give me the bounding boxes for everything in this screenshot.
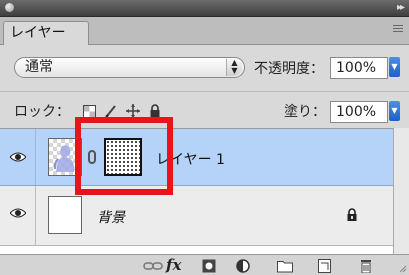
eye-icon[interactable] [10, 208, 26, 218]
delete-icon[interactable] [360, 259, 372, 273]
layers-panel: ▸▸ レイヤー 通常 ▲ ▼ 不透明度： 100% ▼ ロック： 塗り： 100… [0, 0, 409, 275]
lock-label: ロック： [14, 104, 70, 120]
adjustment-layer-icon[interactable] [236, 259, 250, 273]
blend-mode-select[interactable]: 通常 ▲ ▼ [14, 57, 245, 78]
fill-dropdown-icon[interactable]: ▼ [389, 101, 400, 121]
new-group-icon[interactable] [277, 259, 293, 273]
opacity-input[interactable]: 100% [330, 57, 388, 79]
close-icon[interactable] [5, 3, 14, 12]
opacity-label: 不透明度： [254, 61, 324, 77]
select-arrows-icon: ▲ ▼ [226, 59, 242, 76]
resize-grip-icon[interactable] [399, 265, 407, 273]
collapse-icon[interactable]: ▸▸ [397, 2, 405, 13]
new-layer-icon[interactable] [318, 259, 331, 273]
lock-icons [83, 102, 165, 118]
tab-strip: レイヤー [0, 17, 409, 45]
blend-row: 通常 ▲ ▼ 不透明度： 100% ▼ [0, 45, 409, 91]
layer-lock-icon [347, 208, 357, 221]
visibility-cell[interactable] [0, 186, 36, 245]
fx-icon[interactable]: fx [166, 256, 181, 274]
annotation-highlight [75, 117, 173, 195]
opacity-dropdown-icon[interactable]: ▼ [389, 57, 400, 77]
eye-icon[interactable] [10, 152, 26, 162]
visibility-cell[interactable] [0, 129, 36, 185]
background-thumbnail[interactable] [48, 196, 82, 234]
link-layers-icon[interactable] [143, 259, 163, 273]
tab-layers[interactable]: レイヤー [3, 21, 89, 45]
layer-name[interactable]: 背景 [97, 207, 125, 227]
layer-row[interactable]: レイヤー 1 [0, 129, 393, 186]
fill-label: 塗り： [284, 104, 326, 120]
layers-list: レイヤー 1 背景 [0, 128, 393, 255]
fill-input[interactable]: 100% [330, 101, 388, 123]
add-mask-icon[interactable] [202, 259, 216, 273]
layer-row[interactable]: 背景 [0, 186, 393, 246]
bottom-toolbar: fx [0, 254, 409, 275]
panel-menu-icon[interactable] [393, 25, 403, 35]
blend-mode-value: 通常 [25, 59, 53, 75]
scrollbar[interactable] [393, 128, 409, 254]
panel-titlebar: ▸▸ [0, 0, 409, 17]
lock-row: ロック： 塗り： 100% ▼ [0, 91, 409, 129]
